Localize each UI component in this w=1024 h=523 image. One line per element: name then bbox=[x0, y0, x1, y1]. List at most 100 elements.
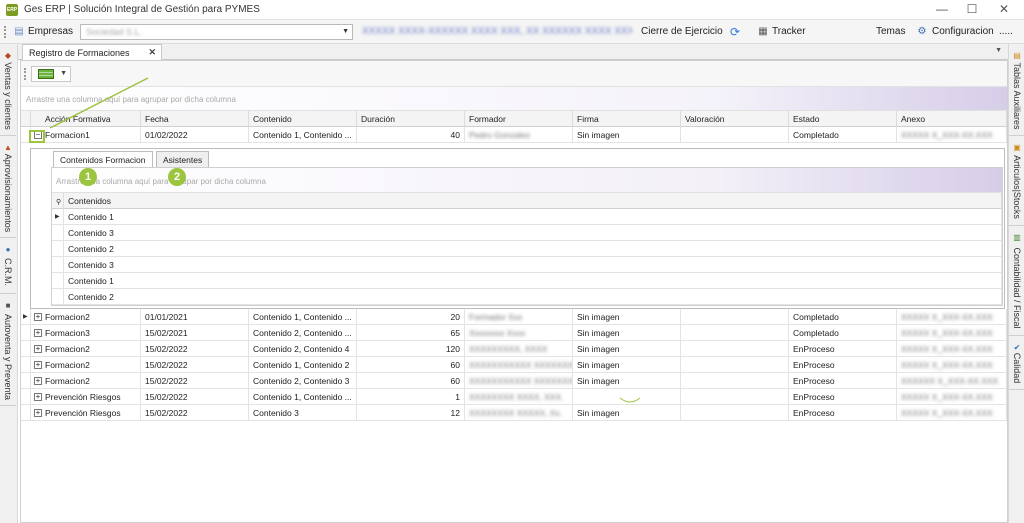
detail-row-indicator[interactable] bbox=[52, 257, 64, 273]
column-header[interactable]: Fecha bbox=[141, 111, 249, 127]
table-cell-contenido[interactable]: Contenido 2, Contenido ... bbox=[249, 325, 357, 341]
table-cell-anexo[interactable]: XXXXX X_XXX-XX.XXX bbox=[897, 341, 1007, 357]
table-cell-contenido[interactable]: Contenido 1, Contenido ... bbox=[249, 389, 357, 405]
table-cell-accion[interactable]: + Formacion2 bbox=[31, 373, 141, 389]
row-indicator[interactable] bbox=[21, 357, 31, 373]
temas-button[interactable]: Temas bbox=[876, 26, 905, 37]
table-cell-accion[interactable]: + Formacion3 bbox=[31, 325, 141, 341]
table-cell-formador[interactable]: Formador Xxx bbox=[465, 309, 573, 325]
list-item[interactable]: Contenido 1 bbox=[64, 209, 1002, 225]
table-cell-fecha[interactable]: 15/02/2022 bbox=[141, 389, 249, 405]
layout-button[interactable]: ▼ bbox=[31, 66, 71, 82]
table-cell-duracion[interactable]: 65 bbox=[357, 325, 465, 341]
configuracion-button[interactable]: Configuracion bbox=[932, 26, 994, 37]
more-menu-button[interactable]: ..... bbox=[999, 26, 1013, 37]
table-cell-valoracion[interactable] bbox=[681, 373, 789, 389]
table-cell-accion[interactable]: + Formacion2 bbox=[31, 341, 141, 357]
table-cell-formador[interactable]: XXXXXXXXXXX XXXXXXXXX bbox=[465, 373, 573, 389]
table-cell-valoracion[interactable] bbox=[681, 389, 789, 405]
table-cell-firma[interactable]: Sin imagen bbox=[573, 373, 681, 389]
list-item[interactable]: Contenido 1 bbox=[64, 273, 1002, 289]
table-cell-formador[interactable]: Xxxxxxxx Xxxx bbox=[465, 325, 573, 341]
table-cell-fecha[interactable]: 15/02/2022 bbox=[141, 373, 249, 389]
table-cell-contenido[interactable]: Contenido 1, Contenido ... bbox=[249, 127, 357, 143]
list-item[interactable]: Contenido 2 bbox=[64, 241, 1002, 257]
table-cell-duracion[interactable]: 1 bbox=[357, 389, 465, 405]
column-header[interactable]: Formador bbox=[465, 111, 573, 127]
table-cell-valoracion[interactable] bbox=[681, 325, 789, 341]
column-header[interactable]: Acción Formativa bbox=[31, 111, 141, 127]
column-header[interactable]: Firma bbox=[573, 111, 681, 127]
table-cell-accion[interactable]: − Formacion1 bbox=[31, 127, 141, 143]
table-cell-duracion[interactable]: 60 bbox=[357, 357, 465, 373]
expand-icon[interactable]: + bbox=[34, 313, 42, 321]
table-cell-formador[interactable]: Pedro Gonzalez bbox=[465, 127, 573, 143]
toolbar-grip[interactable] bbox=[24, 68, 26, 80]
close-icon[interactable]: ✕ bbox=[148, 47, 156, 58]
table-cell-contenido[interactable]: Contenido 1, Contenido ... bbox=[249, 309, 357, 325]
tracker-button[interactable]: Tracker bbox=[772, 26, 806, 37]
column-header[interactable]: Duración bbox=[357, 111, 465, 127]
table-cell-firma[interactable]: Sin imagen bbox=[573, 325, 681, 341]
table-cell-fecha[interactable]: 15/02/2022 bbox=[141, 405, 249, 421]
maximize-button[interactable]: ☐ bbox=[958, 1, 986, 18]
dock-tab-contabilidad[interactable]: ▥ Contabilidad / Fiscal bbox=[1009, 230, 1024, 336]
table-cell-accion[interactable]: + Formacion2 bbox=[31, 309, 141, 325]
dock-tab-autoventa[interactable]: ■ Autoventa y Preventa bbox=[0, 298, 16, 406]
expand-icon[interactable]: + bbox=[34, 329, 42, 337]
table-cell-firma[interactable]: Sin imagen bbox=[573, 357, 681, 373]
table-cell-estado[interactable]: EnProceso bbox=[789, 373, 897, 389]
row-indicator[interactable]: ▶ bbox=[21, 309, 31, 325]
table-cell-duracion[interactable]: 120 bbox=[357, 341, 465, 357]
table-cell-estado[interactable]: EnProceso bbox=[789, 341, 897, 357]
detail-row-indicator[interactable]: ▶ bbox=[52, 209, 64, 225]
tab-contenidos-formacion[interactable]: Contenidos Formacion bbox=[53, 151, 153, 168]
table-cell-fecha[interactable]: 15/02/2022 bbox=[141, 357, 249, 373]
row-indicator[interactable] bbox=[21, 325, 31, 341]
refresh-icon[interactable]: ⟳ bbox=[729, 26, 741, 38]
table-cell-estado[interactable]: Completado bbox=[789, 309, 897, 325]
table-cell-contenido[interactable]: Contenido 3 bbox=[249, 405, 357, 421]
table-cell-duracion[interactable]: 40 bbox=[357, 127, 465, 143]
table-cell-duracion[interactable]: 60 bbox=[357, 373, 465, 389]
list-item[interactable]: Contenido 3 bbox=[64, 257, 1002, 273]
detail-column-header[interactable]: Contenidos bbox=[64, 193, 1002, 209]
table-cell-duracion[interactable]: 12 bbox=[357, 405, 465, 421]
row-indicator[interactable] bbox=[21, 373, 31, 389]
table-cell-anexo[interactable]: XXXXXX X_XXX-XX.XXX bbox=[897, 373, 1007, 389]
table-cell-firma[interactable]: Sin imagen bbox=[573, 309, 681, 325]
detail-row-indicator[interactable] bbox=[52, 289, 64, 305]
row-indicator[interactable] bbox=[21, 341, 31, 357]
dock-tab-ventas[interactable]: ◆ Ventas y clientes bbox=[0, 48, 16, 136]
expand-icon[interactable]: + bbox=[34, 377, 42, 385]
column-header[interactable]: Anexo bbox=[897, 111, 1007, 127]
table-cell-formador[interactable]: XXXXXXXXX, XXXX bbox=[465, 341, 573, 357]
table-cell-fecha[interactable]: 15/02/2022 bbox=[141, 341, 249, 357]
row-indicator[interactable] bbox=[21, 389, 31, 405]
column-header[interactable]: Contenido bbox=[249, 111, 357, 127]
detail-row-indicator[interactable] bbox=[52, 225, 64, 241]
table-cell-firma[interactable]: Sin imagen bbox=[573, 405, 681, 421]
dock-tab-crm[interactable]: ● C.R.M. bbox=[0, 242, 16, 294]
table-cell-contenido[interactable]: Contenido 2, Contenido 4 bbox=[249, 341, 357, 357]
table-cell-estado[interactable]: Completado bbox=[789, 127, 897, 143]
close-window-button[interactable]: ✕ bbox=[990, 1, 1018, 18]
table-cell-estado[interactable]: EnProceso bbox=[789, 405, 897, 421]
dock-tab-tablas-auxiliares[interactable]: ▤ Tablas Auxiliares bbox=[1009, 48, 1024, 136]
table-cell-anexo[interactable]: XXXXX X_XXX-XX.XXX bbox=[897, 405, 1007, 421]
table-cell-contenido[interactable]: Contenido 1, Contenido 2 bbox=[249, 357, 357, 373]
expand-icon[interactable]: + bbox=[34, 409, 42, 417]
minimize-button[interactable]: — bbox=[928, 1, 956, 18]
table-cell-accion[interactable]: + Formacion2 bbox=[31, 357, 141, 373]
dock-tab-calidad[interactable]: ✔ Calidad bbox=[1009, 340, 1024, 390]
table-cell-anexo[interactable]: XXXXX X_XXX-XX.XXX bbox=[897, 325, 1007, 341]
table-cell-firma[interactable]: Sin imagen bbox=[573, 341, 681, 357]
expand-icon[interactable]: + bbox=[34, 361, 42, 369]
dock-tab-aprovisionamientos[interactable]: ▲ Aprovisionamientos bbox=[0, 140, 16, 238]
tab-registro-formaciones[interactable]: Registro de Formaciones ✕ bbox=[22, 44, 162, 60]
column-header[interactable]: Estado bbox=[789, 111, 897, 127]
table-cell-estado[interactable]: EnProceso bbox=[789, 389, 897, 405]
table-cell-firma[interactable]: Sin imagen bbox=[573, 127, 681, 143]
table-cell-valoracion[interactable] bbox=[681, 405, 789, 421]
group-by-panel[interactable]: Arrastre una columna aquí para agrupar p… bbox=[21, 87, 1007, 111]
